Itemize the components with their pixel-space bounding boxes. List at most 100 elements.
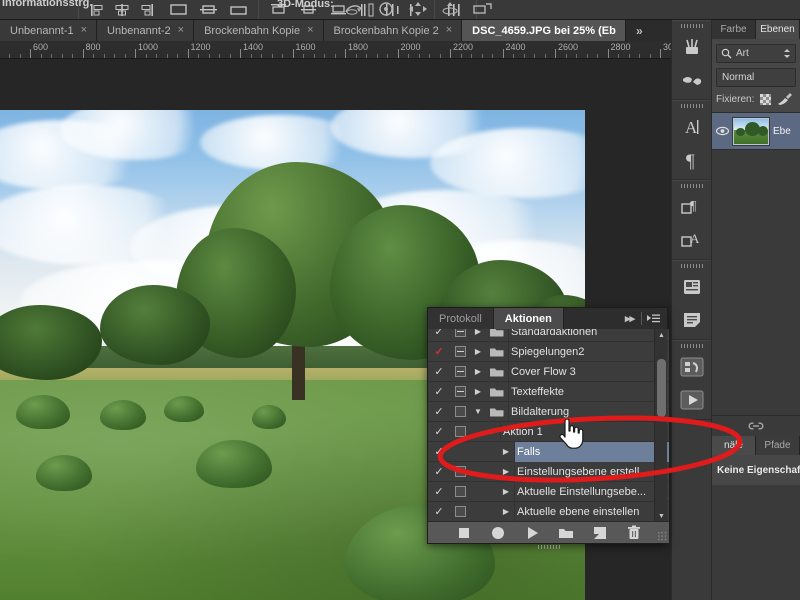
- align-vertical-centers-icon[interactable]: [198, 2, 220, 18]
- layer-row-0[interactable]: Ebe: [712, 112, 800, 150]
- tab-aktionen[interactable]: Aktionen: [493, 308, 564, 329]
- action-row[interactable]: ✓ ▶ Aktuelle ebene einstellen: [428, 501, 669, 522]
- actions-play-icon[interactable]: [672, 383, 711, 416]
- action-row[interactable]: ✓ ▶ Aktuelle Einstellungsebe...: [428, 481, 669, 502]
- tab-farbe[interactable]: Farbe: [712, 20, 756, 39]
- align-horizontal-centers-icon[interactable]: [113, 2, 131, 18]
- action-toggle-checkbox[interactable]: ✓: [428, 425, 450, 438]
- document-tab-3[interactable]: Brockenbahn Kopie 2 ×: [323, 20, 463, 41]
- scrollbar-thumb[interactable]: [657, 359, 666, 417]
- action-toggle-checkbox[interactable]: ✓: [428, 405, 450, 418]
- brush-panel-icon[interactable]: [672, 63, 711, 96]
- expanded-triangle-icon[interactable]: ▼: [470, 407, 486, 416]
- record-icon[interactable]: [490, 525, 506, 541]
- collapsed-triangle-icon[interactable]: ▶: [470, 347, 486, 356]
- drag-3d-object-icon[interactable]: [407, 0, 429, 18]
- close-icon[interactable]: ×: [178, 25, 184, 36]
- chevron-updown-icon[interactable]: [783, 48, 791, 59]
- close-icon[interactable]: ×: [81, 25, 87, 36]
- document-tab-0[interactable]: Unbenannt-1 ×: [0, 20, 98, 41]
- document-tab-4-active[interactable]: DSC_4659.JPG bei 25% (Eb: [462, 20, 626, 41]
- paragraph-styles-icon[interactable]: ¶: [672, 190, 711, 223]
- collapsed-triangle-icon[interactable]: ▶: [470, 367, 486, 376]
- action-dialog-toggle[interactable]: [450, 486, 470, 497]
- panel-grip[interactable]: [672, 181, 711, 190]
- action-toggle-checkbox[interactable]: ✓: [428, 485, 450, 498]
- action-dialog-toggle[interactable]: [450, 506, 470, 517]
- stop-recording-icon[interactable]: [456, 525, 472, 541]
- panel-grip[interactable]: [672, 341, 711, 350]
- slide-3d-object-icon[interactable]: [439, 0, 461, 18]
- action-dialog-toggle[interactable]: [450, 466, 470, 477]
- action-row[interactable]: ✓ ▶ Falls: [428, 441, 669, 462]
- actions-list[interactable]: ✓ ▶ Standardaktionen ✓ ▶ Spiegelungen2 ✓ ▶ Cover…: [428, 329, 669, 523]
- action-dialog-toggle[interactable]: [450, 386, 470, 397]
- action-dialog-toggle[interactable]: [450, 329, 470, 337]
- action-toggle-checkbox[interactable]: ✓: [428, 329, 450, 338]
- align-right-edges-icon[interactable]: [138, 2, 156, 18]
- tab-kanaele[interactable]: näle: [712, 436, 756, 455]
- new-action-icon[interactable]: [592, 525, 608, 541]
- panel-drag-grip[interactable]: [537, 545, 560, 549]
- eye-icon[interactable]: [716, 125, 729, 137]
- collapsed-triangle-icon[interactable]: ▶: [470, 329, 486, 336]
- layer-filter-row[interactable]: Art: [716, 44, 796, 63]
- align-top-edges-icon[interactable]: [168, 2, 190, 18]
- action-dialog-toggle[interactable]: [450, 346, 470, 357]
- action-row[interactable]: ✓ ▶ Spiegelungen2: [428, 341, 669, 362]
- collapsed-triangle-icon[interactable]: ▶: [498, 467, 514, 476]
- panel-grip[interactable]: [672, 261, 711, 270]
- action-dialog-toggle[interactable]: [450, 426, 470, 437]
- close-icon[interactable]: ×: [446, 25, 452, 36]
- actions-panel[interactable]: Protokoll Aktionen ▸▸ ✓ ▶ Standardaktionen…: [427, 307, 669, 549]
- collapsed-triangle-icon[interactable]: ▶: [498, 447, 514, 456]
- panel-resize-handle[interactable]: [657, 531, 667, 541]
- action-toggle-checkbox[interactable]: ✓: [428, 365, 450, 378]
- actions-scrollbar[interactable]: ▲ ▼: [654, 329, 667, 523]
- rotate-3d-object-icon[interactable]: [343, 0, 365, 18]
- play-icon[interactable]: [524, 525, 540, 541]
- tab-pfade[interactable]: Pfade: [756, 436, 800, 455]
- action-row[interactable]: ✓ ▶ Texteffekte: [428, 381, 669, 402]
- action-toggle-checkbox[interactable]: ✓: [428, 385, 450, 398]
- align-bottom-edges-icon[interactable]: [228, 2, 250, 18]
- action-row[interactable]: ✓ ▶ Einstellungsebene erstell...: [428, 461, 669, 482]
- collapse-double-arrow-icon[interactable]: ▸▸: [620, 308, 639, 329]
- scroll-up-arrow-icon[interactable]: ▲: [655, 329, 668, 342]
- notes-panel-icon[interactable]: [672, 303, 711, 336]
- scale-3d-object-icon[interactable]: [471, 0, 493, 18]
- action-row[interactable]: ✓ ▼ Aktion 1: [428, 421, 669, 442]
- link-icon[interactable]: [748, 420, 764, 432]
- panel-grip[interactable]: [672, 101, 711, 110]
- lock-transparent-pixels-icon[interactable]: [760, 94, 772, 105]
- collapsed-triangle-icon[interactable]: ▶: [498, 487, 514, 496]
- roll-3d-object-icon[interactable]: [375, 0, 397, 18]
- action-toggle-checkbox[interactable]: ✓: [428, 505, 450, 518]
- blend-mode-select[interactable]: Normal: [716, 68, 796, 87]
- close-icon[interactable]: ×: [307, 25, 313, 36]
- tab-protokoll[interactable]: Protokoll: [428, 308, 494, 329]
- brush-presets-icon[interactable]: [672, 30, 711, 63]
- action-row[interactable]: ✓ ▶ Standardaktionen: [428, 329, 669, 342]
- new-set-folder-icon[interactable]: [558, 525, 574, 541]
- document-tab-1[interactable]: Unbenannt-2 ×: [97, 20, 195, 41]
- layer-comps-icon[interactable]: [672, 270, 711, 303]
- align-left-edges-icon[interactable]: [88, 2, 106, 18]
- action-toggle-checkbox[interactable]: ✓: [428, 465, 450, 478]
- action-toggle-checkbox[interactable]: ✓: [428, 345, 450, 358]
- action-toggle-checkbox[interactable]: ✓: [428, 445, 450, 458]
- action-dialog-toggle[interactable]: [450, 366, 470, 377]
- tab-overflow-chevron-icon[interactable]: »: [625, 20, 652, 41]
- panel-menu-icon[interactable]: [644, 308, 667, 329]
- horizontal-ruler[interactable]: 600 800 1000 1200 1400 1600 1800 2000 2200 2400 26…: [0, 41, 671, 59]
- collapsed-triangle-icon[interactable]: ▶: [498, 507, 514, 516]
- action-dialog-toggle[interactable]: [450, 406, 470, 417]
- expanded-triangle-icon[interactable]: ▼: [484, 427, 500, 436]
- lock-image-pixels-icon[interactable]: [777, 93, 793, 106]
- trash-icon[interactable]: [626, 525, 642, 541]
- character-panel-icon[interactable]: A: [672, 110, 711, 143]
- tab-ebenen[interactable]: Ebenen: [756, 20, 800, 39]
- character-styles-icon[interactable]: A: [672, 223, 711, 256]
- collapsed-triangle-icon[interactable]: ▶: [470, 387, 486, 396]
- action-row[interactable]: ✓ ▼ Bildalterung: [428, 401, 669, 422]
